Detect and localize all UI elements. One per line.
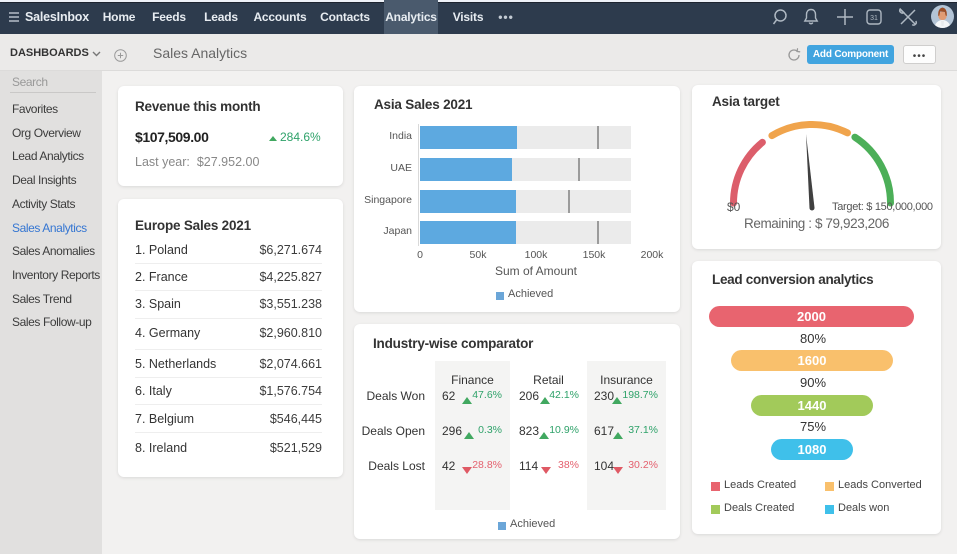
svg-text:31: 31: [870, 15, 878, 22]
